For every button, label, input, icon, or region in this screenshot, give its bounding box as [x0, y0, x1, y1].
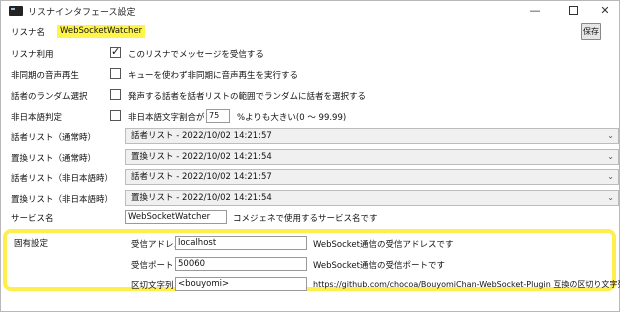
delimiter-input[interactable]: <bouyomi> [175, 277, 307, 291]
service-name-input[interactable]: WebSocketWatcher [125, 210, 227, 224]
replace-list-normal-select[interactable]: 置換リスト - 2022/10/02 14:21:54 ⌄ [125, 149, 619, 165]
chevron-down-icon: ⌄ [607, 131, 614, 140]
speaker-list-normal-select[interactable]: 話者リスト - 2022/10/02 14:21:57 ⌄ [125, 128, 619, 144]
list-row-replace-normal: 置換リスト（通常時） 置換リスト - 2022/10/02 14:21:54 ⌄ [1, 149, 619, 166]
option-label: 話者のランダム選択 [11, 92, 88, 102]
specific-row-port: 受信ポート 50060 WebSocket通信の受信ポートです [1, 256, 619, 273]
option-label: 非同期の音声再生 [11, 71, 80, 81]
address-input[interactable]: localhost [175, 236, 307, 250]
option-text: 発声する話者を話者リストの範囲でランダムに話者を選択する [128, 92, 367, 102]
maximize-icon[interactable] [559, 3, 587, 19]
select-value: 話者リスト - 2022/10/02 14:21:57 [131, 172, 272, 182]
option-label: 非日本語判定 [11, 113, 63, 123]
list-row-replace-nonjp: 置換リスト（非日本語時） 置換リスト - 2022/10/02 14:21:54… [1, 190, 619, 207]
option-row-non-japanese: 非日本語判定 非日本語文字割合が 75 %よりも大きい(0 ～ 99.99) [1, 108, 619, 125]
list-label: 話者リスト（非日本語時） [11, 174, 114, 184]
minimize-icon[interactable]: — [521, 3, 549, 19]
option-text: このリスナでメッセージを受信する [128, 50, 264, 60]
listener-use-checkbox[interactable] [110, 45, 121, 58]
replace-list-nonjp-select[interactable]: 置換リスト - 2022/10/02 14:21:54 ⌄ [125, 190, 619, 206]
option-row-async-play: 非同期の音声再生 キューを使わず非同期に音声再生を実行する [1, 66, 619, 83]
port-label: 受信ポート [131, 261, 174, 271]
listener-name-label: リスナ名 [11, 28, 46, 38]
list-label: 話者リスト（通常時） [11, 133, 97, 143]
settings-window: リスナインタフェース設定 — ✕ リスナ名 WebSocketWatcher 保… [0, 0, 620, 312]
speaker-list-nonjp-select[interactable]: 話者リスト - 2022/10/02 14:21:57 ⌄ [125, 169, 619, 185]
chevron-down-icon: ⌄ [607, 193, 614, 202]
select-value: 置換リスト - 2022/10/02 14:21:54 [131, 193, 272, 203]
ratio-suffix: %よりも大きい(0 ～ 99.99) [237, 113, 347, 123]
list-label: 置換リスト（非日本語時） [11, 195, 114, 205]
delimiter-label: 区切文字列 [131, 281, 174, 291]
random-speaker-checkbox[interactable] [110, 89, 121, 100]
address-desc: WebSocket通信の受信アドレスです [313, 240, 454, 250]
list-row-speaker-normal: 話者リスト（通常時） 話者リスト - 2022/10/02 14:21:57 ⌄ [1, 128, 619, 145]
option-label: リスナ利用 [11, 50, 54, 60]
service-name-desc: コメジェネで使用するサービス名です [233, 214, 378, 224]
window-title: リスナインタフェース設定 [28, 8, 136, 18]
service-name-row: サービス名 WebSocketWatcher コメジェネで使用するサービス名です [1, 209, 619, 226]
option-row-listener-use: リスナ利用 このリスナでメッセージを受信する [1, 45, 619, 62]
option-row-random-speaker: 話者のランダム選択 発声する話者を話者リストの範囲でランダムに話者を選択する [1, 87, 619, 104]
option-text: キューを使わず非同期に音声再生を実行する [128, 71, 299, 81]
async-play-checkbox[interactable] [110, 68, 121, 79]
list-row-speaker-nonjp: 話者リスト（非日本語時） 話者リスト - 2022/10/02 14:21:57… [1, 169, 619, 186]
ratio-input[interactable]: 75 [206, 109, 230, 123]
listener-name-row: リスナ名 WebSocketWatcher [1, 23, 619, 40]
chevron-down-icon: ⌄ [607, 172, 614, 181]
port-desc: WebSocket通信の受信ポートです [313, 261, 445, 271]
save-button[interactable]: 保存 [581, 23, 601, 40]
chevron-down-icon: ⌄ [607, 152, 614, 161]
select-value: 置換リスト - 2022/10/02 14:21:54 [131, 152, 272, 162]
listener-name-value: WebSocketWatcher [57, 25, 146, 38]
option-text: 非日本語文字割合が [128, 113, 205, 123]
close-icon[interactable]: ✕ [591, 3, 619, 19]
select-value: 話者リスト - 2022/10/02 14:21:57 [131, 131, 272, 141]
app-icon [9, 6, 23, 16]
delimiter-desc: https://github.com/chocoa/BouyomiChan-We… [313, 280, 620, 289]
specific-row-address: 受信アドレス localhost WebSocket通信の受信アドレスです [1, 235, 619, 252]
service-name-label: サービス名 [11, 214, 54, 224]
port-input[interactable]: 50060 [175, 257, 307, 271]
list-label: 置換リスト（通常時） [11, 154, 97, 164]
title-bar: リスナインタフェース設定 — ✕ [1, 1, 619, 21]
non-japanese-checkbox[interactable] [110, 110, 121, 121]
specific-row-delimiter: 区切文字列 <bouyomi> https://github.com/choco… [1, 276, 620, 293]
